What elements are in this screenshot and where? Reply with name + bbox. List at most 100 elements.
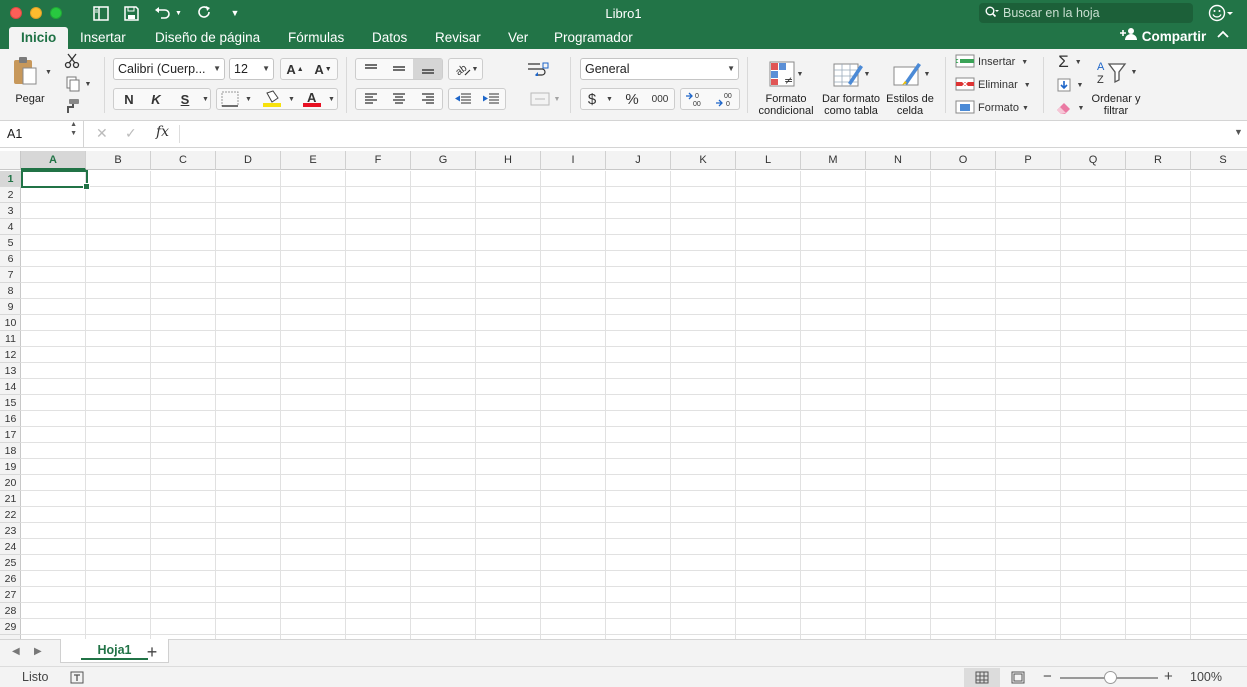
decrease-decimal-icon[interactable]: 00 0 bbox=[710, 89, 739, 109]
row-header-22[interactable]: 22 bbox=[0, 507, 21, 523]
text-orientation-icon[interactable]: ab ▼ bbox=[449, 59, 482, 79]
select-all-corner[interactable] bbox=[0, 151, 21, 170]
cell-styles-icon[interactable]: ▼ bbox=[888, 57, 934, 91]
row-header-9[interactable]: 9 bbox=[0, 299, 21, 315]
column-header-m[interactable]: M bbox=[801, 151, 866, 170]
name-box[interactable]: A1 ▲ ▼ bbox=[0, 121, 84, 147]
tab-programador[interactable]: Programador bbox=[542, 27, 645, 49]
font-name-select[interactable]: Calibri (Cuerp... ▼ bbox=[113, 58, 225, 80]
column-header-o[interactable]: O bbox=[931, 151, 996, 170]
font-color-icon[interactable]: A bbox=[299, 89, 325, 109]
format-painter-icon[interactable] bbox=[63, 97, 81, 115]
tab-ver[interactable]: Ver bbox=[496, 27, 540, 49]
row-header-17[interactable]: 17 bbox=[0, 427, 21, 443]
tab-datos[interactable]: Datos bbox=[360, 27, 419, 49]
row-header-18[interactable]: 18 bbox=[0, 443, 21, 459]
row-header-25[interactable]: 25 bbox=[0, 555, 21, 571]
cut-icon[interactable] bbox=[63, 52, 81, 70]
fill-down-icon[interactable]: ▼ bbox=[1054, 76, 1086, 94]
column-header-d[interactable]: D bbox=[216, 151, 281, 170]
row-header-2[interactable]: 2 bbox=[0, 187, 21, 203]
comma-style-button[interactable]: 000 bbox=[646, 89, 674, 109]
tab-revisar[interactable]: Revisar bbox=[423, 27, 493, 49]
font-size-select[interactable]: 12 ▼ bbox=[229, 58, 274, 80]
format-as-table-icon[interactable]: ▼ bbox=[828, 57, 874, 91]
fill-color-dropdown-icon[interactable]: ▼ bbox=[288, 96, 295, 103]
align-bottom-icon[interactable] bbox=[413, 59, 442, 79]
zoom-in-icon[interactable]: + bbox=[1164, 668, 1173, 685]
column-header-h[interactable]: H bbox=[476, 151, 541, 170]
cancel-entry-icon[interactable]: ✕ bbox=[96, 125, 108, 142]
column-header-i[interactable]: I bbox=[541, 151, 606, 170]
row-header-7[interactable]: 7 bbox=[0, 267, 21, 283]
sort-filter-icon[interactable]: AZ ▼ bbox=[1094, 57, 1138, 87]
tab-inicio[interactable]: Inicio bbox=[9, 27, 69, 49]
search-box[interactable]: Buscar en la hoja bbox=[979, 3, 1193, 23]
accounting-dropdown-icon[interactable]: ▼ bbox=[606, 96, 613, 103]
column-header-e[interactable]: E bbox=[281, 151, 346, 170]
copy-icon[interactable]: ▼ bbox=[63, 75, 93, 93]
macro-record-icon[interactable] bbox=[70, 670, 84, 687]
zoom-out-icon[interactable]: − bbox=[1043, 668, 1052, 685]
align-center-icon[interactable] bbox=[385, 89, 412, 109]
collapse-ribbon-icon[interactable] bbox=[1217, 29, 1229, 44]
row-header-27[interactable]: 27 bbox=[0, 587, 21, 603]
align-right-icon[interactable] bbox=[413, 89, 442, 109]
column-header-r[interactable]: R bbox=[1126, 151, 1191, 170]
row-header-24[interactable]: 24 bbox=[0, 539, 21, 555]
active-cell-a1[interactable] bbox=[21, 170, 90, 190]
column-header-k[interactable]: K bbox=[671, 151, 736, 170]
conditional-format-icon[interactable]: ≠ ▼ bbox=[762, 57, 808, 91]
underline-dropdown-icon[interactable]: ▼ bbox=[202, 96, 209, 103]
column-header-n[interactable]: N bbox=[866, 151, 931, 170]
decrease-font-size-icon[interactable]: A ▼ bbox=[309, 59, 337, 79]
fill-color-icon[interactable] bbox=[259, 89, 285, 109]
align-top-icon[interactable] bbox=[357, 59, 384, 79]
italic-button[interactable]: K bbox=[143, 89, 169, 109]
row-header-13[interactable]: 13 bbox=[0, 363, 21, 379]
paste-dropdown-icon[interactable]: ▼ bbox=[45, 69, 52, 76]
increase-indent-icon[interactable] bbox=[477, 89, 505, 109]
row-header-15[interactable]: 15 bbox=[0, 395, 21, 411]
percent-style-button[interactable]: % bbox=[619, 89, 645, 109]
column-header-b[interactable]: B bbox=[86, 151, 151, 170]
insert-cells-button[interactable]: Insertar ▼ bbox=[955, 53, 1035, 71]
confirm-entry-icon[interactable]: ✓ bbox=[125, 125, 137, 142]
row-header-28[interactable]: 28 bbox=[0, 603, 21, 619]
name-box-stepper-icon[interactable]: ▲ ▼ bbox=[70, 120, 77, 138]
underline-button[interactable]: S bbox=[172, 89, 198, 109]
zoom-slider-thumb[interactable] bbox=[1104, 671, 1117, 684]
share-button[interactable]: Compartir bbox=[1120, 27, 1206, 49]
format-cells-button[interactable]: Formato ▼ bbox=[955, 99, 1035, 117]
borders-icon[interactable] bbox=[218, 90, 242, 108]
expand-formula-bar-icon[interactable]: ▼ bbox=[1234, 127, 1243, 137]
column-header-g[interactable]: G bbox=[411, 151, 476, 170]
row-header-23[interactable]: 23 bbox=[0, 523, 21, 539]
next-sheet-icon[interactable]: ▶ bbox=[34, 646, 42, 657]
clear-eraser-icon[interactable]: ▼ bbox=[1054, 99, 1086, 117]
column-header-c[interactable]: C bbox=[151, 151, 216, 170]
column-header-s[interactable]: S bbox=[1191, 151, 1247, 170]
insert-function-button[interactable]: fx bbox=[156, 124, 169, 140]
row-header-16[interactable]: 16 bbox=[0, 411, 21, 427]
page-layout-view-icon[interactable] bbox=[1000, 668, 1036, 687]
column-header-p[interactable]: P bbox=[996, 151, 1061, 170]
row-header-11[interactable]: 11 bbox=[0, 331, 21, 347]
delete-cells-button[interactable]: Eliminar ▼ bbox=[955, 76, 1035, 94]
row-header-4[interactable]: 4 bbox=[0, 219, 21, 235]
row-header-10[interactable]: 10 bbox=[0, 315, 21, 331]
cell-area[interactable] bbox=[21, 171, 1247, 639]
column-header-f[interactable]: F bbox=[346, 151, 411, 170]
tab-formulas[interactable]: Fórmulas bbox=[276, 27, 356, 49]
row-header-20[interactable]: 20 bbox=[0, 475, 21, 491]
column-header-a[interactable]: A bbox=[21, 151, 86, 170]
tab-insertar[interactable]: Insertar bbox=[68, 27, 138, 49]
autosum-icon[interactable]: Σ ▼ bbox=[1054, 52, 1086, 71]
normal-view-icon[interactable] bbox=[964, 668, 1000, 687]
formula-input[interactable] bbox=[185, 121, 1225, 147]
add-sheet-icon[interactable]: + bbox=[144, 642, 160, 663]
wrap-text-icon[interactable] bbox=[525, 59, 551, 79]
previous-sheet-icon[interactable]: ◀ bbox=[12, 646, 20, 657]
borders-dropdown-icon[interactable]: ▼ bbox=[245, 96, 252, 103]
column-header-j[interactable]: J bbox=[606, 151, 671, 170]
